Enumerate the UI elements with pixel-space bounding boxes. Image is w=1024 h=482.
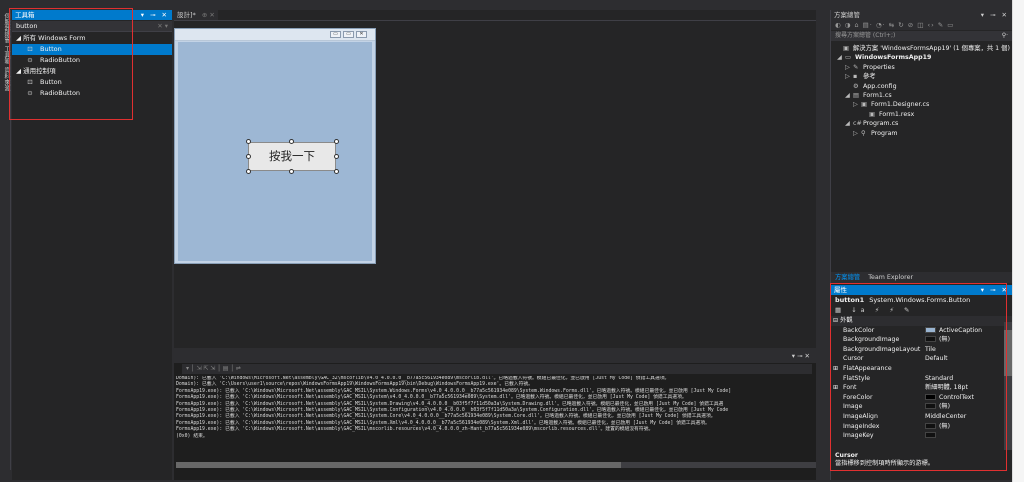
tree-item-label: Form1.cs xyxy=(863,91,892,99)
output-line: (0x0) 結束。 xyxy=(176,433,208,439)
tree-item-label: Properties xyxy=(863,63,895,71)
highlight-box-properties xyxy=(830,283,1007,471)
tab-divider xyxy=(174,20,816,21)
tree-expander-icon[interactable]: ▷ xyxy=(845,63,853,72)
toolbox-window-buttons[interactable]: ▾ ⊸ ✕ xyxy=(141,10,169,20)
tree-item[interactable]: ▷ ⚲ Program xyxy=(831,129,1012,138)
tree-item-label: Form1.resx xyxy=(879,110,915,118)
window-top-border xyxy=(0,0,1012,4)
resize-handle[interactable] xyxy=(334,154,339,159)
tree-item[interactable]: ▷ ▪ 參考 xyxy=(831,72,1012,81)
solution-explorer-title: 方案總管 xyxy=(834,11,860,19)
resize-handle[interactable] xyxy=(289,139,294,144)
clear-search-icon[interactable]: ✕ ▾ xyxy=(157,21,168,32)
tree-item[interactable]: ▣ Form1.resx xyxy=(831,110,1012,119)
file-icon: ▭ xyxy=(845,54,851,62)
tree-item[interactable]: ◢ c#Program.cs xyxy=(831,119,1012,128)
tree-item-label: WindowsFormsApp19 xyxy=(855,54,932,62)
tree-expander-icon[interactable]: ▷ xyxy=(853,100,861,109)
tree-expander-icon[interactable]: ▷ xyxy=(845,72,853,81)
tree-item-label: Program xyxy=(871,129,898,137)
tree-item-label: Program.cs xyxy=(863,120,899,128)
file-icon: ▪ xyxy=(853,73,858,81)
highlight-box-toolbox xyxy=(9,8,133,120)
tree-item[interactable]: ◢ ▤ Form1.cs xyxy=(831,91,1012,100)
tree-item-label: Form1.Designer.cs xyxy=(871,101,930,109)
form-title-bar: ▭ ▭ ✕ xyxy=(175,29,375,41)
tree-item[interactable]: ▷ ✎ Properties xyxy=(831,63,1012,72)
document-tab-designer[interactable]: 設計]* ⊕ ✕ xyxy=(174,10,218,20)
solution-explorer-search-input[interactable]: 搜尋方案總管 (Ctrl+;) ⚲· xyxy=(831,31,1012,41)
tree-item-label: 解決方案 'WindowsFormsApp19' (1 個專案，共 1 個) xyxy=(853,45,1010,52)
form-close-icon: ✕ xyxy=(356,31,367,38)
output-log: Domain): 已載入 'C:\Windows\Microsoft.Net\a… xyxy=(176,376,812,440)
resize-handle[interactable] xyxy=(246,154,251,159)
solution-explorer-window-buttons[interactable]: ▾ ⊸ ✕ xyxy=(981,10,1009,20)
tree-item[interactable]: ▣ 解決方案 'WindowsFormsApp19' (1 個專案，共 1 個) xyxy=(831,44,1012,53)
file-icon: ⚙ xyxy=(853,82,859,90)
form-minimize-icon: ▭ xyxy=(330,31,341,38)
search-icon[interactable]: ⚲· xyxy=(1002,31,1008,41)
solution-explorer-toolbar[interactable]: ◐ ◑ ⌂ ▤· ◔· ⇆ ↻ ⊘ ◫ ‹› ✎ ▭ xyxy=(831,20,1012,30)
file-icon: ✎ xyxy=(853,63,859,71)
tree-item[interactable]: ▷ ▣ Form1.Designer.cs xyxy=(831,100,1012,109)
tree-item-label: App.config xyxy=(863,82,897,90)
tree-expander-icon[interactable]: ◢ xyxy=(845,119,853,128)
solution-explorer-title-bar[interactable]: 方案總管 ▾ ⊸ ✕ xyxy=(831,10,1012,20)
search-placeholder: 搜尋方案總管 (Ctrl+;) xyxy=(835,32,896,39)
solution-explorer-tabs: 方案總管 Team Explorer xyxy=(831,272,1012,283)
file-icon: c# xyxy=(853,120,862,128)
file-icon: ▣ xyxy=(861,101,867,109)
tab-team-explorer[interactable]: Team Explorer xyxy=(868,274,913,281)
resize-handle[interactable] xyxy=(334,169,339,174)
file-icon: ⚲ xyxy=(861,129,866,137)
button1-control[interactable]: 按我一下 xyxy=(248,142,336,171)
output-horizontal-scrollbar[interactable] xyxy=(176,462,816,468)
document-tab-label: 設計]* xyxy=(177,11,196,19)
tree-item-label: 參考 xyxy=(863,73,876,81)
output-toolbar[interactable]: ▾ │ ⇲ ⇱ ⇲ │ ▤ │ ⇌ xyxy=(182,364,812,374)
output-window-buttons[interactable]: ▾ ⊸ ✕ xyxy=(792,352,810,360)
tab-pin-close-icon[interactable]: ⊕ ✕ xyxy=(202,11,215,19)
resize-handle[interactable] xyxy=(246,169,251,174)
tree-item[interactable]: ◢ ▭ WindowsFormsApp19 xyxy=(831,53,1012,62)
output-header: ▾ ⊸ ✕ xyxy=(174,349,816,363)
file-icon: ▣ xyxy=(843,45,849,52)
form-maximize-icon: ▭ xyxy=(343,31,354,38)
tree-item[interactable]: ⚙ App.config xyxy=(831,82,1012,91)
resize-handle[interactable] xyxy=(246,139,251,144)
tab-solution-explorer[interactable]: 方案總管 xyxy=(835,274,860,281)
scrollbar-thumb[interactable] xyxy=(176,462,621,468)
file-icon: ▤ xyxy=(853,91,859,99)
solution-tree: ▣ 解決方案 'WindowsFormsApp19' (1 個專案，共 1 個) ◢… xyxy=(831,44,1012,138)
file-icon: ▣ xyxy=(869,110,875,118)
resize-handle[interactable] xyxy=(289,169,294,174)
tree-expander-icon[interactable]: ◢ xyxy=(845,91,853,100)
tree-expander-icon[interactable]: ▷ xyxy=(853,129,861,138)
page-scrollbar[interactable] xyxy=(1012,0,1024,482)
tree-expander-icon[interactable]: ◢ xyxy=(837,53,845,62)
resize-handle[interactable] xyxy=(334,139,339,144)
